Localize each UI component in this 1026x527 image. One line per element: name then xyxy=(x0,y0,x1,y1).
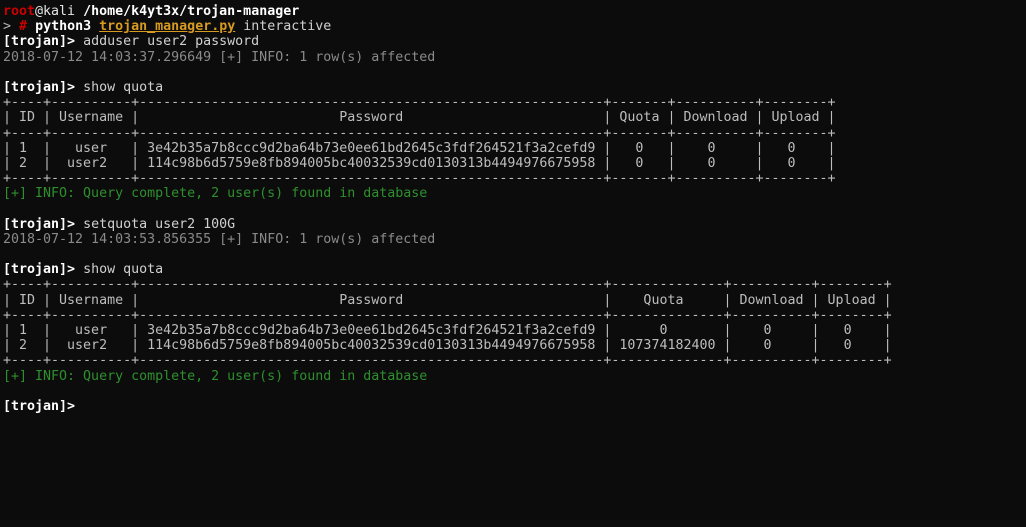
shell-hash: # xyxy=(19,19,28,35)
command-text: setquota user2 100G xyxy=(75,216,236,232)
trojan-prompt: [trojan]> xyxy=(3,398,76,414)
table-row: | 1 | user | 3e42b35a7b8ccc9d2ba64b73e0e… xyxy=(3,140,836,156)
command-text: show quota xyxy=(75,262,164,278)
table-separator: +----+----------+-----------------------… xyxy=(3,125,836,141)
shell-user: root xyxy=(3,4,36,19)
log-message: [+] INFO: 1 row(s) affected xyxy=(219,49,436,65)
log-timestamp: 2018-07-12 14:03:37.296649 xyxy=(3,49,220,65)
table-row: | 2 | user2 | 114c98b6d5759e8fb894005bc4… xyxy=(3,155,836,171)
log-line: 2018-07-12 14:03:53.856355 [+] INFO: 1 r… xyxy=(3,232,1026,247)
table-row: | 1 | user | 3e42b35a7b8ccc9d2ba64b73e0e… xyxy=(3,322,892,338)
table-separator: +----+----------+-----------------------… xyxy=(3,307,892,323)
shell-command-line: > # python3 trojan_manager.py interactiv… xyxy=(3,19,1026,34)
command-line[interactable]: [trojan]> xyxy=(3,399,1026,414)
shell-interpreter: python3 xyxy=(35,19,92,35)
shell-script-arg: interactive xyxy=(243,19,332,35)
table-separator: +----+----------+-----------------------… xyxy=(3,95,836,111)
shell-header-line: root@kali /home/k4yt3x/trojan-manager xyxy=(3,4,1026,19)
terminal-window[interactable]: root@kali /home/k4yt3x/trojan-manager > … xyxy=(0,0,1026,527)
command-line[interactable]: [trojan]> show quota xyxy=(3,262,1026,277)
command-text: adduser user2 password xyxy=(75,34,260,50)
info-line: [+] INFO: Query complete, 2 user(s) foun… xyxy=(3,186,428,202)
table-separator: +----+----------+-----------------------… xyxy=(3,353,892,369)
command-text: show quota xyxy=(75,79,164,95)
trojan-prompt: [trojan]> xyxy=(3,34,76,50)
table-row: | 2 | user2 | 114c98b6d5759e8fb894005bc4… xyxy=(3,338,892,354)
shell-chevron: > xyxy=(3,19,12,35)
quota-table-before: +----+----------+-----------------------… xyxy=(3,95,1026,186)
table-separator: +----+----------+-----------------------… xyxy=(3,277,892,293)
shell-cwd: /home/k4yt3x/trojan-manager xyxy=(83,4,300,19)
shell-host: @kali xyxy=(35,4,76,19)
trojan-prompt: [trojan]> xyxy=(3,216,76,232)
trojan-prompt: [trojan]> xyxy=(3,79,76,95)
quota-table-after: +----+----------+-----------------------… xyxy=(3,277,1026,368)
log-message: [+] INFO: 1 row(s) affected xyxy=(219,231,436,247)
command-line[interactable]: [trojan]> setquota user2 100G xyxy=(3,217,1026,232)
command-line[interactable]: [trojan]> show quota xyxy=(3,80,1026,95)
trojan-prompt: [trojan]> xyxy=(3,262,76,278)
command-line[interactable]: [trojan]> adduser user2 password xyxy=(3,34,1026,49)
session-output: [trojan]> adduser user2 password 2018-07-… xyxy=(3,34,1026,414)
command-text xyxy=(75,399,83,414)
log-line: 2018-07-12 14:03:37.296649 [+] INFO: 1 r… xyxy=(3,50,1026,65)
shell-script-name[interactable]: trojan_manager.py xyxy=(99,19,235,34)
table-header-row: | ID | Username | Password | Quota | Dow… xyxy=(3,292,892,308)
log-timestamp: 2018-07-12 14:03:53.856355 xyxy=(3,231,220,247)
info-line: [+] INFO: Query complete, 2 user(s) foun… xyxy=(3,368,428,384)
table-header-row: | ID | Username | Password | Quota | Dow… xyxy=(3,110,836,126)
table-separator: +----+----------+-----------------------… xyxy=(3,171,836,187)
